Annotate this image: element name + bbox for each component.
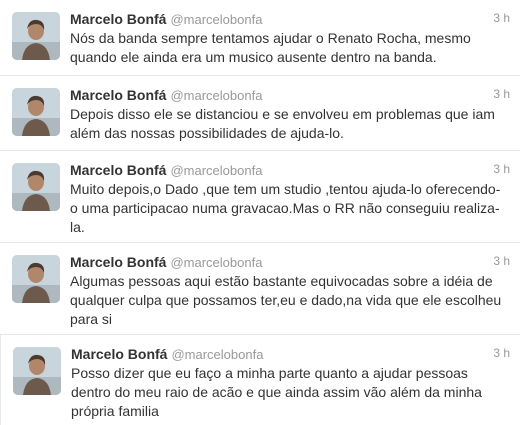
avatar[interactable]: [12, 12, 60, 60]
avatar[interactable]: [12, 255, 60, 303]
author-username[interactable]: @marcelobonfa: [170, 255, 262, 270]
tweet[interactable]: Marcelo Bonfá @marcelobonfa 3 h Algumas p…: [0, 243, 520, 335]
tweet-timestamp[interactable]: 3 h: [493, 346, 510, 360]
tweet-text: Nós da banda sempre tentamos ajudar o Re…: [70, 30, 471, 65]
profile-photo-icon: [12, 163, 60, 211]
profile-photo-icon: [13, 347, 61, 395]
author-name[interactable]: Marcelo Bonfá: [70, 87, 166, 103]
tweet-header: Marcelo Bonfá @marcelobonfa: [70, 254, 508, 271]
tweet-header: Marcelo Bonfá @marcelobonfa: [71, 346, 508, 363]
tweet-timeline: Marcelo Bonfá @marcelobonfa 3 h Nós da ba…: [0, 0, 520, 425]
profile-photo-icon: [12, 255, 60, 303]
tweet-text: Posso dizer que eu faço a minha parte qu…: [71, 365, 482, 419]
author-username[interactable]: @marcelobonfa: [170, 12, 262, 27]
tweet-text: Algumas pessoas aqui estão bastante equi…: [70, 273, 502, 327]
tweet[interactable]: Marcelo Bonfá @marcelobonfa 3 h Nós da ba…: [0, 0, 520, 76]
tweet[interactable]: Marcelo Bonfá @marcelobonfa 3 h Depois di…: [0, 76, 520, 151]
tweet-timestamp[interactable]: 3 h: [493, 162, 510, 176]
tweet-header: Marcelo Bonfá @marcelobonfa: [70, 11, 508, 28]
author-name[interactable]: Marcelo Bonfá: [71, 346, 167, 362]
avatar[interactable]: [13, 347, 61, 395]
tweet-header: Marcelo Bonfá @marcelobonfa: [70, 87, 508, 104]
tweet-timestamp[interactable]: 3 h: [493, 87, 510, 101]
author-name[interactable]: Marcelo Bonfá: [70, 254, 166, 270]
author-name[interactable]: Marcelo Bonfá: [70, 162, 166, 178]
tweet-timestamp[interactable]: 3 h: [493, 11, 510, 25]
tweet-text: Muito depois,o Dado ,que tem um studio ,…: [70, 181, 501, 235]
author-username[interactable]: @marcelobonfa: [170, 88, 262, 103]
author-name[interactable]: Marcelo Bonfá: [70, 11, 166, 27]
tweet[interactable]: Marcelo Bonfá @marcelobonfa 3 h Posso diz…: [0, 335, 520, 425]
tweet-timestamp[interactable]: 3 h: [493, 254, 510, 268]
tweet-header: Marcelo Bonfá @marcelobonfa: [70, 162, 508, 179]
tweet[interactable]: Marcelo Bonfá @marcelobonfa 3 h Muito dep…: [0, 151, 520, 243]
tweet-text: Depois disso ele se distanciou e se envo…: [70, 106, 495, 141]
author-username[interactable]: @marcelobonfa: [171, 347, 263, 362]
profile-photo-icon: [12, 88, 60, 136]
author-username[interactable]: @marcelobonfa: [170, 163, 262, 178]
avatar[interactable]: [12, 163, 60, 211]
profile-photo-icon: [12, 12, 60, 60]
avatar[interactable]: [12, 88, 60, 136]
